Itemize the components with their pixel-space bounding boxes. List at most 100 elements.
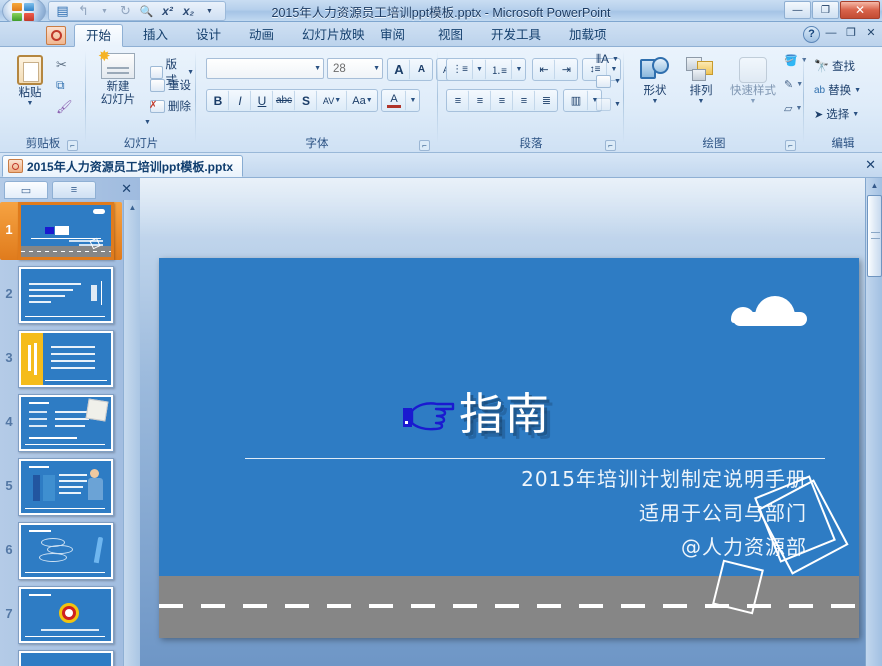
font-size-dropdown-icon[interactable]: ▼ [373,65,380,72]
shrink-font-button[interactable]: A [410,59,432,80]
font-color-button[interactable]: A ▼ [381,89,420,112]
increase-indent-button[interactable]: ⇥ [555,59,577,80]
slide-panel-scroll-up-button[interactable]: ▲ [124,200,141,215]
doc-close-button[interactable]: ✕ [864,26,878,39]
replace-button[interactable]: ab 替换 ▼ [812,81,863,99]
quick-styles-button[interactable]: 快速样式 ▼ [726,57,780,105]
grow-font-button[interactable]: A [388,59,410,80]
tab-animation[interactable]: 动画 [238,24,285,47]
arrange-button[interactable]: 排列 ▼ [680,57,722,105]
shape-effects-button[interactable]: ▱ ▼ [782,101,804,116]
shapes-button[interactable]: 形状 ▼ [634,57,676,105]
arrange-dropdown-icon[interactable]: ▼ [698,98,705,105]
thumbnail-slide-4[interactable]: 4 [0,394,122,452]
strikethrough-button[interactable]: abc [273,90,295,111]
select-button[interactable]: ➤ 选择 ▼ [812,105,861,123]
quick-styles-dropdown-icon[interactable]: ▼ [750,98,757,105]
delete-slide-button[interactable]: ✗ 删除 [148,97,193,115]
slide-panel-close-button[interactable]: ✕ [121,181,132,197]
clipboard-dialog-launcher[interactable]: ⌐ [67,140,78,151]
thumbnail-image[interactable] [18,266,114,324]
current-slide[interactable]: 指南 2015年培训计划制定说明手册 适用于公司与部门 @人力资源部 [159,258,859,638]
font-size-input[interactable]: 28 ▼ [327,58,383,79]
text-direction-dropdown-icon[interactable]: ▼ [612,56,619,63]
tab-review[interactable]: 审阅 [369,24,416,47]
bullets-button[interactable]: ⋮≡ [447,59,473,80]
underline-button[interactable]: U [251,90,273,111]
character-spacing-button[interactable]: AV ▼ [317,90,347,111]
align-text-dropdown-icon[interactable]: ▼ [614,78,621,85]
cut-button[interactable]: ✂ [54,56,69,74]
paste-dropdown-icon[interactable]: ▼ [27,100,34,107]
reset-button[interactable]: 重设 [148,76,193,94]
font-color-dropdown-icon[interactable]: ▼ [406,90,419,111]
thumbnail-image[interactable] [18,394,114,452]
help-icon[interactable]: ? [803,26,820,43]
thumbnail-slide-5[interactable]: 5 [0,458,122,516]
thumbnail-slide-2[interactable]: 2 [0,266,122,324]
tab-home[interactable]: 开始 [74,24,124,47]
select-dropdown-icon[interactable]: ▼ [852,111,859,118]
thumbnail-image[interactable] [18,330,114,388]
tab-insert[interactable]: 插入 [132,24,179,47]
slide-subtitle-line-1[interactable]: 2015年培训计划制定说明手册 [521,465,807,493]
tab-design[interactable]: 设计 [185,24,232,47]
text-direction-button[interactable]: ⫴A ▼ [594,51,621,68]
tab-outline-view[interactable]: ≡ [52,181,96,199]
close-button[interactable]: ✕ [840,1,880,19]
new-slide-button[interactable]: ✸ 新建 幻灯片 [94,48,142,107]
align-right-button[interactable]: ≡ [491,90,513,111]
doc-restore-button[interactable]: ❐ [844,26,858,39]
font-name-dropdown-icon[interactable]: ▼ [314,65,321,72]
tab-slides-view[interactable]: ▭ [4,181,48,199]
font-name-input[interactable]: ▼ [206,58,324,79]
paragraph-dialog-launcher[interactable]: ⌐ [605,140,616,151]
character-spacing-dropdown-icon[interactable]: ▼ [334,97,341,104]
align-left-button[interactable]: ≡ [447,90,469,111]
document-tab[interactable]: 2015年人力资源员工培训ppt模板.pptx [2,155,244,177]
font-dialog-launcher[interactable]: ⌐ [419,140,430,151]
bold-button[interactable]: B [207,90,229,111]
distribute-button[interactable]: ≣ [535,90,557,111]
smartart-dropdown-icon[interactable]: ▼ [614,101,621,108]
thumbnail-image[interactable] [18,522,114,580]
align-center-button[interactable]: ≡ [469,90,491,111]
thumbnail-image[interactable] [18,458,114,516]
convert-to-smartart-button[interactable]: ▼ [594,97,623,112]
slide-panel-scrollbar[interactable]: ▲ [123,200,140,666]
shape-outline-button[interactable]: ✎ ▼ [782,77,805,92]
thumbnail-slide-6[interactable]: 6 [0,522,122,580]
italic-button[interactable]: I [229,90,251,111]
canvas-scroll-up-button[interactable]: ▲ [866,178,882,193]
minimize-button[interactable]: — [784,1,811,19]
layout-dropdown-icon[interactable]: ▼ [187,69,194,76]
thumbnail-image[interactable] [18,202,114,260]
justify-button[interactable]: ≡ [513,90,535,111]
thumbnail-slide-1[interactable]: 1 [0,202,122,260]
align-text-button[interactable]: ▼ [594,74,623,89]
tab-addins[interactable]: 加载项 [558,24,618,47]
tab-developer[interactable]: 开发工具 [480,24,552,47]
shape-effects-dropdown-icon[interactable]: ▼ [795,105,802,112]
shapes-dropdown-icon[interactable]: ▼ [652,98,659,105]
slide-canvas[interactable]: 指南 2015年培训计划制定说明手册 适用于公司与部门 @人力资源部 ▲ [140,178,882,666]
bullets-dropdown-icon[interactable]: ▼ [473,59,486,80]
slide-thumbnail-list[interactable]: 1 2 3 4 5 6 7 [0,200,122,666]
format-painter-button[interactable]: 🖌 [54,98,75,116]
canvas-vertical-scrollbar[interactable]: ▲ [865,178,882,666]
numbering-dropdown-icon[interactable]: ▼ [512,59,525,80]
doc-minimize-button[interactable]: — [824,27,838,39]
new-slide-dropdown-icon[interactable]: ▼ [144,119,151,126]
document-tab-close-button[interactable]: ✕ [865,157,876,173]
thumbnail-slide-7[interactable]: 7 [0,586,122,644]
replace-dropdown-icon[interactable]: ▼ [854,87,861,94]
numbering-button[interactable]: ⒈≡ [486,59,512,80]
thumbnail-image[interactable] [18,650,114,666]
find-button[interactable]: 🔭 查找 [812,57,857,75]
thumbnail-slide-3[interactable]: 3 [0,330,122,388]
decrease-indent-button[interactable]: ⇤ [533,59,555,80]
drawing-dialog-launcher[interactable]: ⌐ [785,140,796,151]
copy-button[interactable]: ⧉ [54,77,67,94]
text-shadow-button[interactable]: S [295,90,317,111]
restore-button[interactable]: ❐ [812,1,839,19]
